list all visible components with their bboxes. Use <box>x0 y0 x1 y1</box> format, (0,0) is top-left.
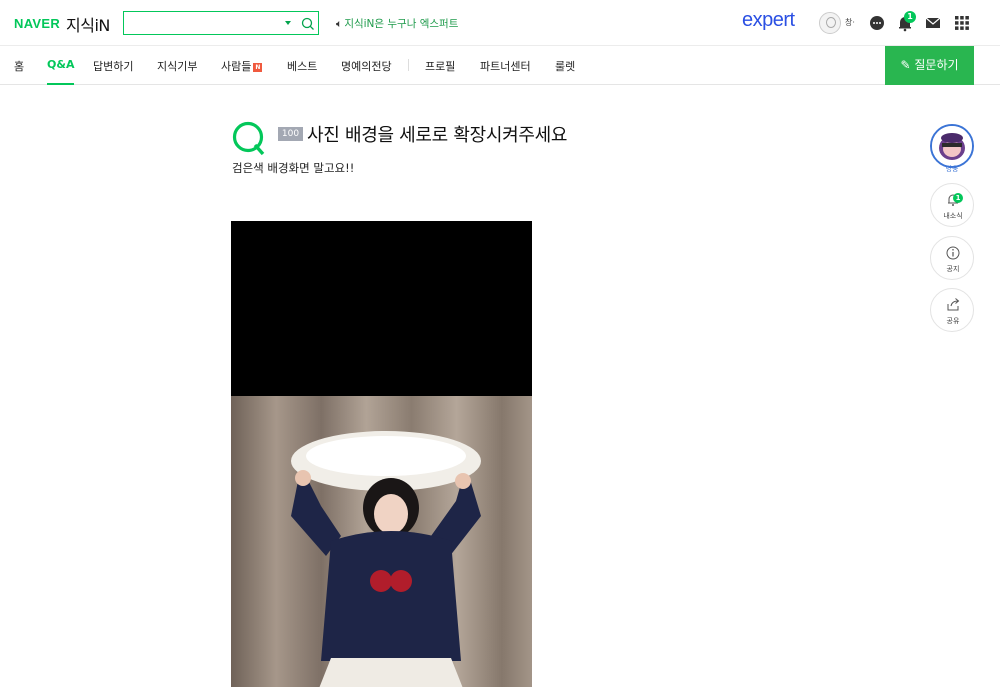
profile-avatar <box>932 126 972 166</box>
alarm-count-badge: 1 <box>904 11 916 23</box>
notice-text: 지식iN은 누구나 엑스퍼트 <box>344 18 459 30</box>
speaker-icon: 🔈︎ <box>336 18 343 30</box>
search-icon[interactable] <box>300 16 316 32</box>
dropdown-arrow-icon[interactable] <box>285 21 291 25</box>
nav-hall-of-fame[interactable]: 명예의전당 <box>341 58 392 74</box>
question-title: 사진 배경을 세로로 확장시켜주세요 <box>307 125 568 146</box>
chat-icon[interactable] <box>868 14 886 32</box>
pencil-icon: ✎ <box>900 58 911 72</box>
expert-logo[interactable]: expert <box>742 9 795 32</box>
question-q-icon <box>232 121 265 156</box>
profile-button[interactable] <box>930 124 974 168</box>
side-notice-button[interactable]: 공지 <box>930 236 974 280</box>
mail-icon[interactable] <box>924 14 942 32</box>
nav-people-label: 사람들 <box>221 60 252 73</box>
apps-grid-icon[interactable] <box>953 14 971 32</box>
info-icon <box>946 246 960 260</box>
nav-donate[interactable]: 지식기부 <box>157 58 197 74</box>
nav-divider <box>408 59 409 71</box>
new-badge: N <box>253 63 263 72</box>
side-alarm-button[interactable]: 1 내소식 <box>930 183 974 227</box>
question-attached-image[interactable] <box>231 221 532 687</box>
side-share-button[interactable]: 공유 <box>930 288 974 332</box>
ask-question-label: 질문하기 <box>914 58 959 72</box>
nav-home[interactable]: 홈 <box>14 58 24 74</box>
notice-banner[interactable]: 🔈︎ 지식iN은 누구나 엑스퍼트 <box>336 16 458 31</box>
top-header: NAVER 지식iN 🔈︎ 지식iN은 누구나 엑스퍼트 expert 창· 1 <box>0 0 1000 46</box>
ask-question-button[interactable]: ✎ 질문하기 <box>885 46 974 85</box>
side-share-label: 공유 <box>946 317 960 325</box>
points-badge: 100 <box>278 127 303 141</box>
nav-best[interactable]: 베스트 <box>287 58 317 74</box>
nav-profile[interactable]: 프로필 <box>425 58 455 74</box>
side-alarm-label: 내소식 <box>943 212 963 220</box>
user-name[interactable]: 창· <box>845 17 855 28</box>
nav-partner-center[interactable]: 파트너센터 <box>480 58 531 74</box>
nav-answer[interactable]: 답변하기 <box>93 58 133 74</box>
jisikin-logo[interactable]: 지식iN <box>66 12 110 36</box>
share-icon <box>947 298 960 311</box>
question-body: 검은색 배경화면 말고요!! <box>232 161 355 175</box>
search-box <box>123 11 319 35</box>
naver-logo[interactable]: NAVER <box>14 16 60 31</box>
search-input[interactable] <box>128 14 278 32</box>
nav-qna[interactable]: Q&A <box>47 58 75 85</box>
profile-label: 영웅 <box>945 165 959 173</box>
nav-roulette[interactable]: 룰렛 <box>555 58 575 74</box>
side-notice-label: 공지 <box>946 265 960 273</box>
photo-person-with-pillow <box>231 396 532 687</box>
side-alarm-count-badge: 1 <box>953 193 963 203</box>
nav-people[interactable]: 사람들 N <box>221 58 263 74</box>
main-nav: 홈 Q&A 답변하기 지식기부 사람들 N 베스트 명예의전당 프로필 파트너센터… <box>0 46 1000 85</box>
user-avatar[interactable] <box>819 12 841 34</box>
